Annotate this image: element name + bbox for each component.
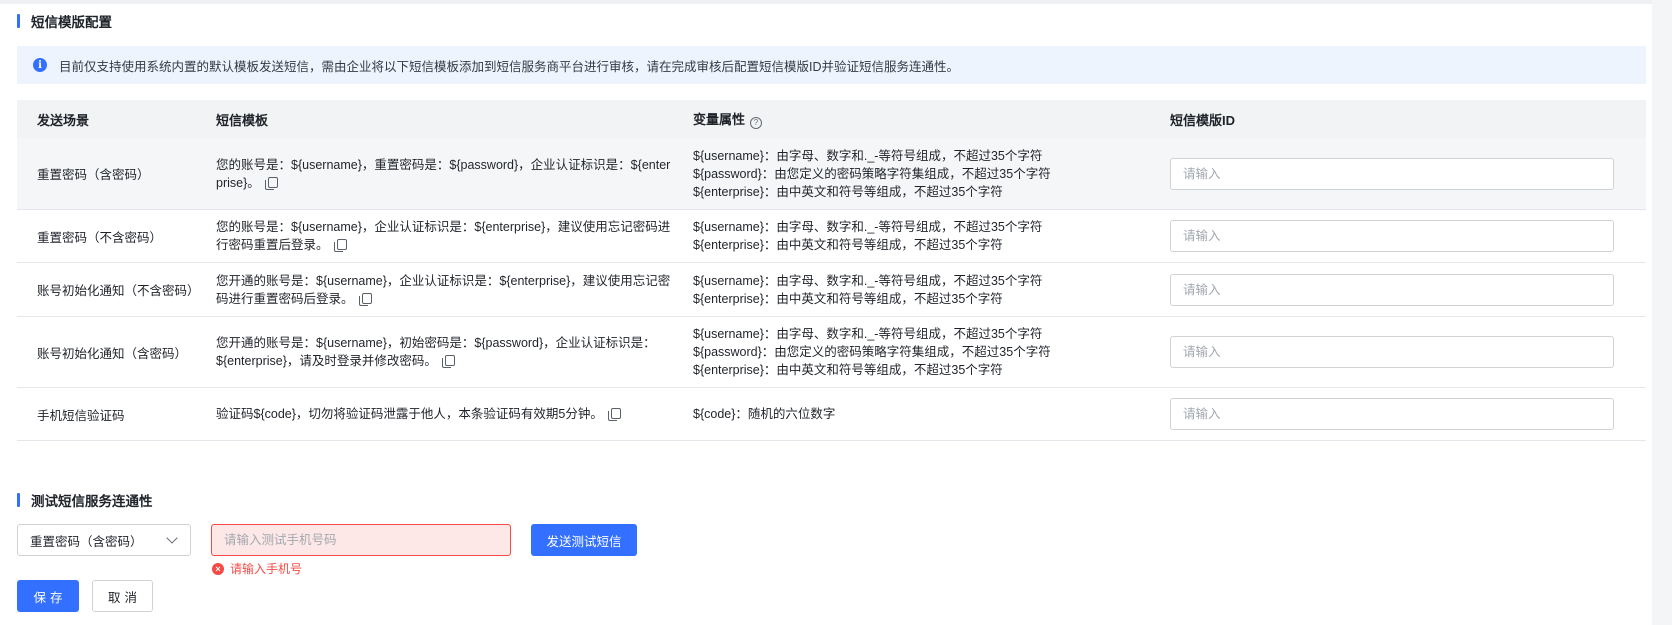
row-id-cell xyxy=(1160,398,1646,430)
scene-select[interactable]: 重置密码（含密码） xyxy=(17,524,191,556)
table-header: 发送场景 短信模板 变量属性? 短信模版ID xyxy=(17,100,1646,138)
row-vars: ${username}：由字母、数字和._-等符号组成，不超过35个字符 ${e… xyxy=(683,272,1160,308)
table-row: 账号初始化通知（含密码） 您开通的账号是：${username}，初始密码是：$… xyxy=(17,317,1646,388)
top-divider xyxy=(0,0,1672,4)
header-template-id: 短信模版ID xyxy=(1170,112,1236,128)
row-template: 您开通的账号是：${username}，企业认证标识是：${enterprise… xyxy=(206,272,683,308)
error-icon: × xyxy=(212,562,224,575)
title-accent-bar xyxy=(17,493,20,507)
copy-icon[interactable] xyxy=(333,239,347,252)
row-template-text: 您的账号是：${username}，重置密码是：${password}，企业认证… xyxy=(216,157,671,190)
template-id-input[interactable] xyxy=(1170,398,1614,430)
config-section-title: 短信模版配置 xyxy=(17,11,112,31)
template-id-input[interactable] xyxy=(1170,336,1614,368)
header-template: 短信模板 xyxy=(216,112,269,128)
row-vars: ${code}：随机的六位数字 xyxy=(683,405,1160,423)
row-var: ${enterprise}：由中英文和符号等组成，不超过35个字符 xyxy=(693,238,1003,252)
header-scene: 发送场景 xyxy=(37,112,90,128)
table-row: 账号初始化通知（不含密码） 您开通的账号是：${username}，企业认证标识… xyxy=(17,263,1646,317)
row-var: ${password}：由您定义的密码策略字符集组成，不超过35个字符 xyxy=(693,166,1051,181)
right-scroll-gutter xyxy=(1652,0,1672,625)
row-id-cell xyxy=(1160,336,1646,368)
send-test-sms-button[interactable]: 发送测试短信 xyxy=(531,524,637,556)
row-template: 验证码${code}，切勿将验证码泄露于他人，本条验证码有效期5分钟。 xyxy=(206,405,683,423)
title-accent-bar xyxy=(17,14,20,28)
info-notice: i 目前仅支持使用系统内置的默认模板发送短信，需由企业将以下短信模板添加到短信服… xyxy=(17,46,1646,84)
row-scene: 手机短信验证码 xyxy=(37,408,125,423)
row-var: ${enterprise}：由中英文和符号等组成，不超过35个字符 xyxy=(693,291,1003,306)
row-scene: 重置密码（含密码） xyxy=(37,168,150,182)
table-row: 重置密码（不含密码） 您的账号是：${username}，企业认证标识是：${e… xyxy=(17,210,1646,263)
test-section-title-text: 测试短信服务连通性 xyxy=(31,494,153,509)
row-var: ${username}：由字母、数字和._-等符号组成，不超过35个字符 xyxy=(693,148,1043,163)
row-template: 您的账号是：${username}，企业认证标识是：${enterprise}，… xyxy=(206,218,683,254)
test-section-title: 测试短信服务连通性 xyxy=(17,490,153,510)
header-vars: 变量属性? xyxy=(683,109,1160,129)
row-vars: ${username}：由字母、数字和._-等符号组成，不超过35个字符 ${p… xyxy=(683,325,1160,379)
copy-icon[interactable] xyxy=(441,355,455,368)
template-id-input[interactable] xyxy=(1170,273,1614,306)
row-var: ${password}：由您定义的密码策略字符集组成，不超过35个字符 xyxy=(693,345,1051,359)
table-row: 重置密码（含密码） 您的账号是：${username}，重置密码是：${pass… xyxy=(17,138,1646,210)
phone-error-message: × 请输入手机号 xyxy=(212,560,302,577)
test-phone-input[interactable] xyxy=(211,524,511,556)
row-var: ${username}：由字母、数字和._-等符号组成，不超过35个字符 xyxy=(693,273,1043,288)
template-table: 发送场景 短信模板 变量属性? 短信模版ID 重置密码（含密码） 您的账号是：$… xyxy=(17,100,1646,441)
row-template: 您的账号是：${username}，重置密码是：${password}，企业认证… xyxy=(206,156,683,192)
phone-error-text: 请输入手机号 xyxy=(230,562,303,576)
table-row: 手机短信验证码 验证码${code}，切勿将验证码泄露于他人，本条验证码有效期5… xyxy=(17,388,1646,441)
row-id-cell xyxy=(1160,157,1646,190)
cancel-button[interactable]: 取消 xyxy=(92,580,153,612)
row-vars: ${username}：由字母、数字和._-等符号组成，不超过35个字符 ${p… xyxy=(683,147,1160,201)
row-template-text: 您开通的账号是：${username}，初始密码是：${password}，企业… xyxy=(216,336,656,368)
scene-select-value: 重置密码（含密码） xyxy=(30,534,143,549)
copy-icon[interactable] xyxy=(607,408,621,421)
row-var: ${code}：随机的六位数字 xyxy=(693,407,836,421)
info-notice-text: 目前仅支持使用系统内置的默认模板发送短信，需由企业将以下短信模板添加到短信服务商… xyxy=(59,59,960,74)
header-vars-label: 变量属性 xyxy=(693,112,746,128)
template-id-input[interactable] xyxy=(1170,157,1614,190)
info-icon: i xyxy=(33,58,47,72)
row-var: ${enterprise}：由中英文和符号等组成，不超过35个字符 xyxy=(693,184,1003,199)
row-id-cell xyxy=(1160,220,1646,252)
config-section-title-text: 短信模版配置 xyxy=(31,15,112,30)
copy-icon[interactable] xyxy=(264,176,278,190)
row-scene: 重置密码（不含密码） xyxy=(37,230,163,245)
chevron-down-icon xyxy=(166,532,178,544)
row-template-text: 您开通的账号是：${username}，企业认证标识是：${enterprise… xyxy=(216,273,671,306)
row-var: ${username}：由字母、数字和._-等符号组成，不超过35个字符 xyxy=(693,327,1043,341)
row-template: 您开通的账号是：${username}，初始密码是：${password}，企业… xyxy=(206,334,683,370)
row-template-text: 验证码${code}，切勿将验证码泄露于他人，本条验证码有效期5分钟。 xyxy=(216,407,603,421)
row-var: ${enterprise}：由中英文和符号等组成，不超过35个字符 xyxy=(693,363,1003,377)
row-scene: 账号初始化通知（不含密码） xyxy=(37,284,200,298)
row-vars: ${username}：由字母、数字和._-等符号组成，不超过35个字符 ${e… xyxy=(683,218,1160,254)
help-icon[interactable]: ? xyxy=(750,116,763,129)
row-id-cell xyxy=(1160,273,1646,306)
save-button[interactable]: 保存 xyxy=(17,580,79,612)
template-id-input[interactable] xyxy=(1170,220,1614,252)
row-scene: 账号初始化通知（含密码） xyxy=(37,346,188,361)
copy-icon[interactable] xyxy=(358,292,372,306)
row-template-text: 您的账号是：${username}，企业认证标识是：${enterprise}，… xyxy=(216,220,671,252)
row-var: ${username}：由字母、数字和._-等符号组成，不超过35个字符 xyxy=(693,220,1043,234)
